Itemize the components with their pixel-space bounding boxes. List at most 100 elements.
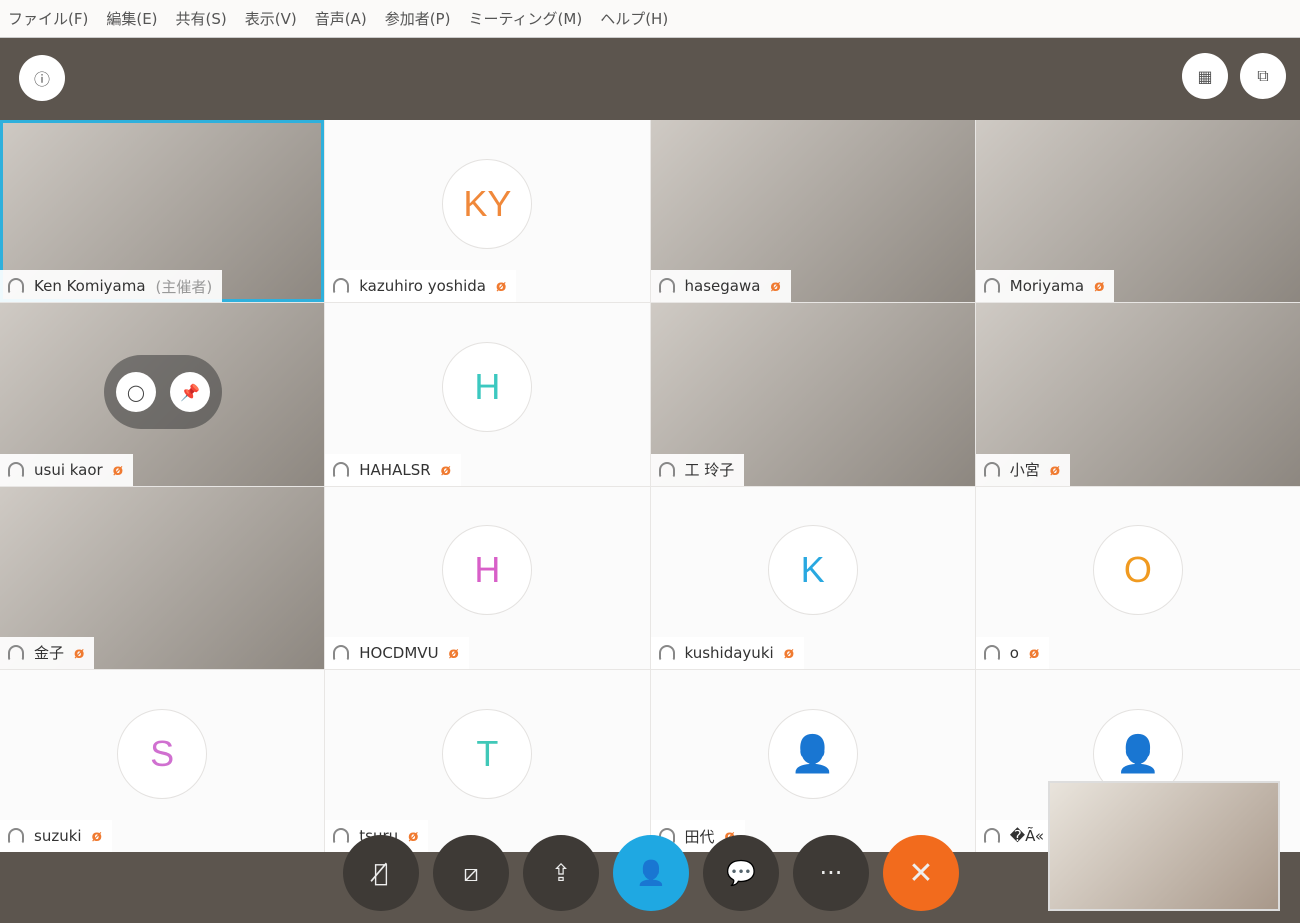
participant-name: 工 玲子 <box>684 461 735 479</box>
muted-mic-icon: ø <box>783 643 794 662</box>
chat-icon[interactable]: ◯ <box>116 372 156 413</box>
chat-button[interactable]: 💬 <box>703 835 779 911</box>
info-icon[interactable]: ⓘ <box>19 55 65 101</box>
headset-icon <box>658 461 675 478</box>
participant-label: suzuki ø <box>0 820 112 852</box>
headset-icon <box>333 461 350 478</box>
participant-name: 小宮 <box>1009 461 1040 479</box>
initials-avatar: S <box>117 708 208 799</box>
participant-name: hasegawa <box>684 277 761 296</box>
menu-item[interactable]: ミーティング(M) <box>468 8 582 29</box>
headset-icon <box>983 828 1000 844</box>
headset-icon <box>983 644 1000 661</box>
participant-grid: Ken Komiyama (主催者) KY kazuhiro yoshida ø hase… <box>0 120 1300 852</box>
muted-mic-icon: ø <box>770 277 781 296</box>
participant-name: HOCDMVU <box>359 643 439 662</box>
participant-tile[interactable]: 金子 ø <box>0 486 325 669</box>
initials-avatar: K <box>767 525 858 616</box>
participant-label: kazuhiro yoshida ø <box>325 270 517 303</box>
window-mode-icon[interactable]: ⧉ <box>1240 53 1286 99</box>
participant-tile[interactable]: 👤田代ø <box>650 669 975 852</box>
headset-icon <box>8 644 24 661</box>
more-button[interactable]: ··· <box>793 835 869 911</box>
muted-mic-icon: ø <box>1028 643 1040 662</box>
headset-icon <box>8 461 24 478</box>
participant-tile[interactable]: Kkushidayuki ø <box>650 486 975 669</box>
host-badge: (主催者) <box>155 277 213 296</box>
tile-hover-actions: ◯ 📌 <box>104 355 222 430</box>
participant-name: usui kaor <box>34 460 103 479</box>
pin-icon[interactable]: 📌 <box>170 372 210 413</box>
headset-icon <box>983 278 1000 295</box>
headset-icon <box>658 278 675 295</box>
participant-name: �Ã« <box>1009 827 1045 845</box>
participant-label: HOCDMVU ø <box>325 636 469 669</box>
muted-mic-icon: ø <box>74 643 85 662</box>
menu-item[interactable]: 共有(S) <box>176 8 227 29</box>
participant-tile[interactable]: Ken Komiyama (主催者) <box>0 120 325 303</box>
video-button[interactable]: ⧄ <box>433 835 509 911</box>
menu-item[interactable]: ヘルプ(H) <box>600 8 668 29</box>
participant-label: 小宮 ø <box>975 453 1071 486</box>
initials-avatar: T <box>442 708 533 799</box>
initials-avatar: H <box>442 525 533 616</box>
participant-label: usui kaor ø <box>0 453 134 486</box>
participant-name: Moriyama <box>1009 277 1085 296</box>
participant-tile[interactable]: KY kazuhiro yoshida ø <box>325 120 650 303</box>
participant-tile[interactable]: Ttsuruø <box>325 669 650 852</box>
participant-label: hasegawa ø <box>650 270 791 303</box>
menu-item[interactable]: 参加者(P) <box>385 8 451 29</box>
menu-item[interactable]: 表示(V) <box>245 8 297 29</box>
participant-tile[interactable]: 工 玲子 <box>650 303 975 486</box>
participant-name: suzuki <box>34 827 82 845</box>
leave-button[interactable]: ✕ <box>883 835 959 911</box>
participant-tile[interactable]: Moriyama ø <box>975 120 1300 303</box>
muted-mic-icon: ø <box>91 827 102 845</box>
participants-button[interactable]: 👤 <box>613 835 689 911</box>
participant-label: Moriyama ø <box>975 270 1115 303</box>
participant-name: HAHALSR <box>359 460 431 479</box>
participant-tile[interactable]: hasegawa ø <box>650 120 975 303</box>
muted-mic-icon: ø <box>1049 460 1061 479</box>
muted-mic-icon: ø <box>440 460 451 479</box>
muted-mic-icon: ø <box>495 277 507 296</box>
top-toolbar: ⓘ ▦ ⧉ <box>0 38 1300 120</box>
participant-name: o <box>1009 643 1019 662</box>
participant-label: 工 玲子 <box>650 453 745 486</box>
participant-tile[interactable]: Ooø <box>975 486 1300 669</box>
participant-name: kazuhiro yoshida <box>359 277 486 296</box>
muted-mic-icon: ø <box>448 643 459 662</box>
generic-avatar-icon: 👤 <box>767 708 858 799</box>
participant-name: kushidayuki <box>684 643 774 662</box>
headset-icon <box>333 278 350 295</box>
participant-label: HAHALSR ø <box>325 453 461 486</box>
headset-icon <box>8 828 24 844</box>
meeting-controls: 🎙̸ ⧄ ⇪ 👤 💬 ··· ✕ <box>343 835 959 911</box>
headset-icon <box>658 644 675 661</box>
menu-bar: ファイル(F) 編集(E) 共有(S) 表示(V) 音声(A) 参加者(P) ミーティング(… <box>0 0 1300 38</box>
participant-label: �Ã« <box>975 820 1055 852</box>
participant-tile[interactable]: H HAHALSR ø <box>325 303 650 486</box>
mute-button[interactable]: 🎙̸ <box>343 835 419 911</box>
participant-label: 金子 ø <box>0 636 95 669</box>
headset-icon <box>333 644 350 661</box>
participant-label: Ken Komiyama (主催者) <box>0 270 223 303</box>
participant-label: kushidayuki ø <box>650 636 804 669</box>
grid-view-icon[interactable]: ▦ <box>1182 53 1228 99</box>
initials-avatar: KY <box>442 158 533 249</box>
participant-label: oø <box>975 636 1050 669</box>
headset-icon <box>983 461 1000 478</box>
menu-item[interactable]: 編集(E) <box>106 8 157 29</box>
participant-tile[interactable]: 小宮 ø <box>975 303 1300 486</box>
participant-tile[interactable]: ◯ 📌 usui kaor ø <box>0 303 325 486</box>
initials-avatar: O <box>1092 525 1183 616</box>
menu-item[interactable]: 音声(A) <box>315 8 367 29</box>
initials-avatar: H <box>442 342 533 433</box>
participant-tile[interactable]: H HOCDMVU ø <box>325 486 650 669</box>
self-view-video[interactable] <box>1048 781 1280 911</box>
menu-item[interactable]: ファイル(F) <box>8 8 88 29</box>
participant-name: Ken Komiyama <box>34 277 146 296</box>
participant-tile[interactable]: Ssuzuki ø <box>0 669 325 852</box>
share-button[interactable]: ⇪ <box>523 835 599 911</box>
muted-mic-icon: ø <box>112 460 124 479</box>
